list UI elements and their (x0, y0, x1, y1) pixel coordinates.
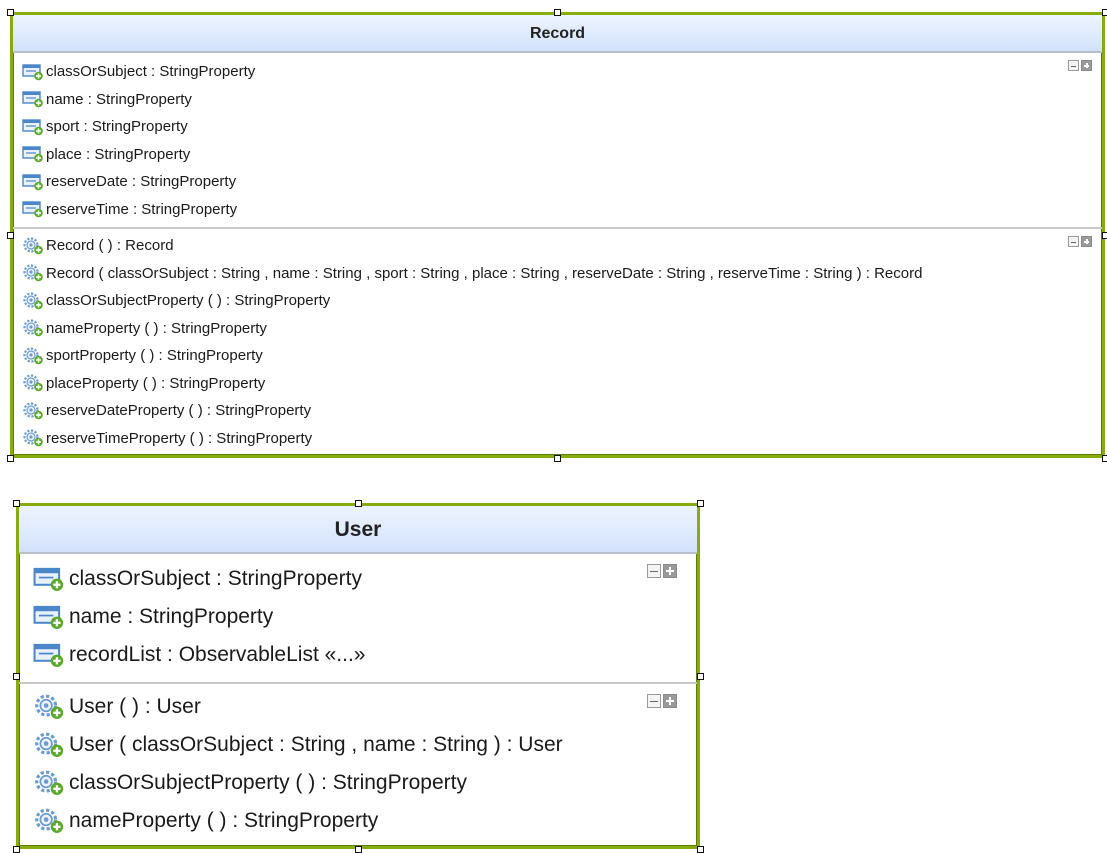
operation-row[interactable]: nameProperty ( ) : StringProperty (19, 802, 697, 840)
attribute-row[interactable]: reserveDate : StringProperty (13, 168, 1102, 196)
operation-gear-icon (33, 694, 65, 720)
resize-handle-bottom-left[interactable] (13, 846, 20, 853)
attribute-label: classOrSubject : StringProperty (69, 567, 362, 591)
expand-icon[interactable] (663, 564, 677, 578)
operation-row[interactable]: Record ( classOrSubject : String , name … (13, 260, 1102, 288)
operation-row[interactable]: Record ( ) : Record (13, 232, 1102, 260)
attribute-row[interactable]: classOrSubject : StringProperty (19, 560, 697, 598)
attributes-compartment-control[interactable] (647, 564, 677, 578)
resize-handle-top[interactable] (355, 500, 362, 507)
resize-handle-left[interactable] (13, 673, 20, 680)
operation-row[interactable]: reserveDateProperty ( ) : StringProperty (13, 397, 1102, 425)
operation-row[interactable]: User ( ) : User (19, 688, 697, 726)
resize-handle-bottom[interactable] (554, 455, 561, 462)
operation-label: reserveTimeProperty ( ) : StringProperty (46, 430, 312, 447)
operation-row[interactable]: nameProperty ( ) : StringProperty (13, 315, 1102, 343)
operation-label: nameProperty ( ) : StringProperty (69, 809, 378, 833)
resize-handle-top-right[interactable] (697, 500, 704, 507)
operations-compartment-control[interactable] (1068, 236, 1092, 247)
attribute-icon (22, 145, 44, 163)
attribute-icon (22, 200, 44, 218)
operation-label: User ( ) : User (69, 695, 201, 719)
operation-label: classOrSubjectProperty ( ) : StringPrope… (46, 292, 330, 309)
operations-compartment-control[interactable] (647, 694, 677, 708)
operation-gear-icon (22, 374, 44, 392)
resize-handle-top-left[interactable] (13, 500, 20, 507)
operation-gear-icon (33, 732, 65, 758)
attributes-compartment: classOrSubject : StringProperty name : S… (13, 53, 1102, 227)
attributes-compartment-control[interactable] (1068, 60, 1092, 71)
attribute-row[interactable]: sport : StringProperty (13, 113, 1102, 141)
collapse-icon[interactable] (647, 564, 661, 578)
resize-handle-right[interactable] (697, 673, 704, 680)
operation-label: Record ( ) : Record (46, 237, 174, 254)
attribute-label: sport : StringProperty (46, 118, 188, 135)
operation-row[interactable]: placeProperty ( ) : StringProperty (13, 370, 1102, 398)
attribute-label: classOrSubject : StringProperty (46, 63, 255, 80)
attribute-row[interactable]: recordList : ObservableList «...» (19, 636, 697, 674)
attribute-label: name : StringProperty (69, 605, 273, 629)
collapse-icon[interactable] (1068, 236, 1079, 247)
operation-row[interactable]: reserveTimeProperty ( ) : StringProperty (13, 425, 1102, 453)
resize-handle-left[interactable] (7, 232, 14, 239)
operation-label: reserveDateProperty ( ) : StringProperty (46, 402, 311, 419)
operation-label: User ( classOrSubject : String , name : … (69, 733, 563, 757)
resize-handle-bottom-right[interactable] (697, 846, 704, 853)
attribute-label: place : StringProperty (46, 146, 190, 163)
attribute-label: name : StringProperty (46, 91, 192, 108)
attributes-compartment: classOrSubject : StringProperty name : S… (19, 554, 697, 682)
expand-icon[interactable] (663, 694, 677, 708)
expand-icon[interactable] (1081, 60, 1092, 71)
class-record[interactable]: Record classOrSubject : StringProperty n… (10, 12, 1105, 458)
operation-label: sportProperty ( ) : StringProperty (46, 347, 263, 364)
resize-handle-top-right[interactable] (1102, 9, 1107, 16)
attribute-row[interactable]: name : StringProperty (19, 598, 697, 636)
resize-handle-bottom-left[interactable] (7, 455, 14, 462)
attribute-icon (22, 118, 44, 136)
operation-gear-icon (22, 264, 44, 282)
attribute-row[interactable]: name : StringProperty (13, 86, 1102, 114)
attribute-icon (33, 604, 65, 630)
attribute-row[interactable]: reserveTime : StringProperty (13, 196, 1102, 224)
operation-label: placeProperty ( ) : StringProperty (46, 375, 265, 392)
operation-gear-icon (22, 237, 44, 255)
collapse-icon[interactable] (1068, 60, 1079, 71)
operation-gear-icon (22, 429, 44, 447)
class-user[interactable]: User classOrSubject : StringProperty nam… (16, 503, 700, 849)
operation-gear-icon (22, 347, 44, 365)
operation-gear-icon (22, 292, 44, 310)
operation-label: nameProperty ( ) : StringProperty (46, 320, 267, 337)
attribute-icon (22, 63, 44, 81)
attribute-row[interactable]: place : StringProperty (13, 141, 1102, 169)
resize-handle-right[interactable] (1102, 232, 1107, 239)
class-name[interactable]: User (19, 506, 697, 554)
expand-icon[interactable] (1081, 236, 1092, 247)
class-name[interactable]: Record (13, 15, 1102, 53)
attribute-icon (22, 173, 44, 191)
resize-handle-top[interactable] (554, 9, 561, 16)
operation-row[interactable]: classOrSubjectProperty ( ) : StringPrope… (19, 764, 697, 802)
operations-compartment: User ( ) : User User ( classOrSubject : … (19, 682, 697, 846)
operation-gear-icon (22, 319, 44, 337)
operation-row[interactable]: User ( classOrSubject : String , name : … (19, 726, 697, 764)
operation-gear-icon (22, 402, 44, 420)
resize-handle-bottom[interactable] (355, 846, 362, 853)
operation-gear-icon (33, 808, 65, 834)
operations-compartment: Record ( ) : Record Record ( classOrSubj… (13, 227, 1102, 451)
attribute-label: reserveDate : StringProperty (46, 173, 236, 190)
operation-gear-icon (33, 770, 65, 796)
operation-row[interactable]: classOrSubjectProperty ( ) : StringPrope… (13, 287, 1102, 315)
operation-label: classOrSubjectProperty ( ) : StringPrope… (69, 771, 467, 795)
attribute-icon (33, 566, 65, 592)
attribute-row[interactable]: classOrSubject : StringProperty (13, 58, 1102, 86)
operation-label: Record ( classOrSubject : String , name … (46, 265, 922, 282)
attribute-icon (33, 642, 65, 668)
operation-row[interactable]: sportProperty ( ) : StringProperty (13, 342, 1102, 370)
attribute-label: reserveTime : StringProperty (46, 201, 237, 218)
attribute-icon (22, 90, 44, 108)
collapse-icon[interactable] (647, 694, 661, 708)
attribute-label: recordList : ObservableList «...» (69, 643, 365, 667)
resize-handle-top-left[interactable] (7, 9, 14, 16)
resize-handle-bottom-right[interactable] (1102, 455, 1107, 462)
